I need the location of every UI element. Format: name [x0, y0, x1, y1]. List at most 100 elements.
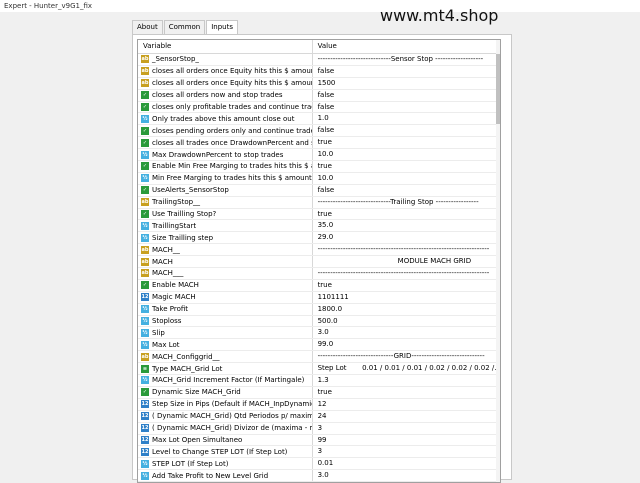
value-cell[interactable]: true	[313, 137, 500, 148]
value-cell[interactable]: 1101111	[313, 292, 500, 303]
table-row[interactable]: ½ MACH_Grid Increment Factor (If Martinga…	[138, 375, 500, 387]
value-cell[interactable]: 1.3	[313, 375, 500, 386]
table-row[interactable]: ab _SensorStop_ --------------------------…	[138, 54, 500, 66]
value-cell[interactable]: 10.0	[313, 149, 500, 160]
value-cell[interactable]: -----------------------------Sensor Stop…	[313, 54, 500, 65]
value-cell[interactable]: false	[313, 185, 500, 196]
table-row[interactable]: ✓ closes all trades once DrawdownPercent …	[138, 137, 500, 150]
variable-name: Use Trailling Stop?	[152, 210, 217, 219]
table-row[interactable]: 12( Dynamic MACH_Grid) Qtd Periodos p/ m…	[138, 410, 500, 423]
value-cell[interactable]: 3	[313, 423, 500, 434]
table-row[interactable]: ½ Add Take Profit to New Level Grid 3.0	[138, 470, 500, 482]
value-cell[interactable]: 1.0	[313, 113, 500, 124]
column-header-value[interactable]: Value	[313, 40, 500, 53]
variable-cell: 12( Dynamic MACH_Grid) Qtd Periodos p/ m…	[138, 410, 313, 422]
table-row[interactable]: 12( Dynamic MACH_Grid) Divizor de (maxim…	[138, 422, 500, 435]
value-cell[interactable]: false	[313, 102, 500, 113]
variable-name: closes all trades once DrawdownPercent a…	[152, 138, 313, 147]
table-row[interactable]: 12 Step Size in Pips (Default if MACH_Inp…	[138, 398, 500, 411]
variable-name: ( Dynamic MACH_Grid) Qtd Periodos p/ max…	[152, 412, 313, 421]
string-param-icon: ab	[141, 269, 149, 278]
table-row[interactable]: ½ Max Lot 99.0	[138, 339, 500, 352]
table-row[interactable]: ✓ Dynamic Size MACH_Grid true	[138, 386, 500, 399]
value-cell[interactable]: 29.0	[313, 232, 500, 243]
window-title: Expert - Hunter_v9G1_fix	[0, 0, 640, 12]
value-cell[interactable]: 99.0	[313, 339, 500, 350]
variable-name: Stoploss	[152, 317, 182, 326]
variable-name: MACH_Configgrid__	[152, 352, 220, 361]
table-row[interactable]: ab closes all orders once Equity hits thi…	[138, 77, 500, 90]
tab-common[interactable]: Common	[163, 20, 206, 34]
table-row[interactable]: ½ TraillingStart 35.0	[138, 220, 500, 233]
table-row[interactable]: ab MACH___ -------------------------------…	[138, 268, 500, 280]
value-cell[interactable]: -----------------------------Trailing St…	[313, 197, 500, 208]
table-row[interactable]: ✓ Enable MACH true	[138, 279, 500, 292]
table-row[interactable]: ✓ Use Trailling Stop? true	[138, 208, 500, 221]
value-cell[interactable]: 3.0	[313, 327, 500, 338]
value-cell[interactable]: Step Lot 0.01 / 0.01 / 0.01 / 0.02 / 0.0…	[313, 363, 500, 374]
value-cell[interactable]: 3.0	[313, 470, 500, 481]
scrollbar-thumb[interactable]	[496, 54, 500, 124]
value-cell[interactable]: false	[313, 66, 500, 77]
value-cell[interactable]: true	[313, 209, 500, 220]
variable-cell: ½ MACH_Grid Increment Factor (If Martinga…	[138, 375, 313, 386]
value-cell[interactable]: false	[313, 125, 500, 136]
table-row[interactable]: ½ Min Free Marging to trades hits this $ …	[138, 172, 500, 185]
table-row[interactable]: ½ Slip 3.0	[138, 327, 500, 340]
value-cell[interactable]: true	[313, 387, 500, 398]
value-cell[interactable]: ------------------------------GRID------…	[313, 351, 500, 362]
int-param-icon: 12	[141, 435, 149, 444]
value-cell[interactable]: ----------------------------------------…	[313, 244, 500, 255]
tab-about[interactable]: About	[132, 20, 163, 34]
table-row[interactable]: ab MACH MODULE MACH GRID	[138, 256, 500, 269]
value-cell[interactable]: 99	[313, 435, 500, 446]
string-param-icon: ab	[141, 257, 149, 266]
tab-inputs[interactable]: Inputs	[206, 20, 239, 35]
table-row[interactable]: ½ Take Profit 1800.0	[138, 303, 500, 316]
int-param-icon: 12	[141, 424, 149, 433]
table-row[interactable]: ½ Size Trailling step 29.0	[138, 232, 500, 245]
table-row[interactable]: ½ Max DrawdownPercent to stop trades 10.0	[138, 149, 500, 162]
value-cell[interactable]: 0.01	[313, 458, 500, 469]
variable-cell: ½ Size Trailling step	[138, 232, 313, 244]
value-cell[interactable]: 35.0	[313, 220, 500, 231]
table-row[interactable]: ✓ Enable Min Free Marging to trades hits …	[138, 161, 500, 173]
variable-name: closes all orders now and stop trades	[152, 91, 283, 100]
table-row[interactable]: ✓ UseAlerts_SensorStop false	[138, 184, 500, 197]
variable-name: MACH__	[152, 245, 180, 254]
table-row[interactable]: ✓ closes only profitable trades and conti…	[138, 101, 500, 114]
value-cell[interactable]: 12	[313, 399, 500, 410]
table-row[interactable]: ab TrailingStop__ ------------------------…	[138, 196, 500, 209]
column-header-variable[interactable]: Variable	[138, 40, 313, 53]
value-cell[interactable]: 10.0	[313, 173, 500, 184]
value-cell[interactable]: 1500	[313, 78, 500, 89]
value-cell[interactable]: 500.0	[313, 316, 500, 327]
variable-name: Slip	[152, 328, 165, 337]
value-cell[interactable]: ----------------------------------------…	[313, 268, 500, 279]
vertical-scrollbar[interactable]	[496, 40, 500, 482]
table-row[interactable]: ½ Stoploss 500.0	[138, 315, 500, 328]
value-cell[interactable]: true	[313, 161, 500, 172]
table-row[interactable]: ✓ closes all orders now and stop trades fa…	[138, 89, 500, 102]
value-cell[interactable]: 1800.0	[313, 304, 500, 315]
table-row[interactable]: ≡ Type MACH_Grid Lot Step Lot 0.01 / 0.01 …	[138, 363, 500, 376]
table-row[interactable]: 12 Max Lot Open Simultaneo 99	[138, 434, 500, 447]
table-row[interactable]: ab MACH__ --------------------------------…	[138, 244, 500, 257]
value-cell[interactable]: MODULE MACH GRID	[313, 256, 500, 267]
value-cell[interactable]: 3	[313, 446, 500, 457]
table-row[interactable]: ab closes all orders once Equity hits thi…	[138, 65, 500, 78]
table-row[interactable]: ab MACH_Configgrid__ ---------------------…	[138, 351, 500, 364]
value-cell[interactable]: false	[313, 90, 500, 101]
value-cell[interactable]: true	[313, 280, 500, 291]
table-row[interactable]: ½ STEP LOT (If Step Lot) 0.01	[138, 458, 500, 471]
table-row[interactable]: 12 Level to Change STEP LOT (If Step Lot)…	[138, 446, 500, 459]
table-row[interactable]: ½ Only trades above this amount close out…	[138, 113, 500, 126]
value-cell[interactable]: 24	[313, 411, 500, 422]
variable-cell: ½ TraillingStart	[138, 220, 313, 232]
bool-param-icon: ✓	[141, 281, 149, 290]
variable-cell: ½ Slip	[138, 327, 313, 339]
table-row[interactable]: ✓ closes pending orders only and continue…	[138, 125, 500, 138]
table-row[interactable]: 12 Magic MACH 1101111	[138, 291, 500, 304]
variable-cell: ✓ Enable Min Free Marging to trades hits …	[138, 161, 313, 172]
variable-name: Type MACH_Grid Lot	[152, 364, 223, 373]
